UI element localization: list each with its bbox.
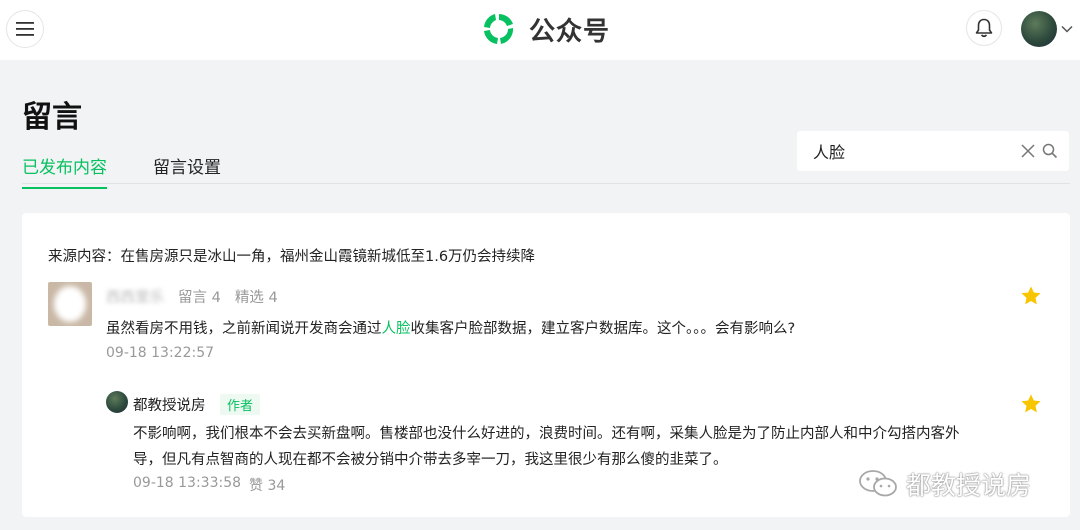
comment-time: 09-18 13:22:57 [106, 345, 215, 361]
hamburger-menu-icon [16, 22, 34, 36]
comment-text: 虽然看房不用钱，之前新闻说开发商会通过人脸收集客户脸部数据，建立客户数据库。这个… [106, 317, 795, 338]
reply-footer: 09-18 13:33:58 赞 34 [133, 475, 285, 495]
top-bar: 公众号 [0, 0, 1080, 60]
notifications-button[interactable] [966, 10, 1002, 46]
commenter-featured-count: 精选 4 [234, 290, 278, 306]
reply-time: 09-18 13:33:58 [133, 475, 242, 491]
reply-author-name: 都教授说房 [133, 398, 206, 414]
tab-comment-settings[interactable]: 留言设置 [153, 153, 221, 178]
bell-icon [975, 18, 993, 38]
brand[interactable]: 公众号 [481, 10, 610, 48]
watermark-text: 都教授说房 [906, 471, 1032, 500]
wechat-icon [859, 470, 897, 497]
reply-text: 不影响啊，我们根本不会去买新盘啊。售楼部也没什么好进的，浪费时间。还有啊，采集人… [133, 426, 960, 468]
star-icon [1021, 286, 1041, 305]
source-label: 来源内容： [48, 249, 121, 265]
comment-text-after: 收集客户脸部数据，建立客户数据库。这个。。。会有影响么? [410, 321, 796, 337]
feature-reply-button[interactable] [1020, 393, 1042, 419]
clear-search-button[interactable] [1017, 140, 1039, 162]
brand-logo-icon [484, 14, 514, 44]
source-article-link[interactable]: 在售房源只是冰山一角，福州金山霞镜新城低至1.6万仍会持续降 [121, 249, 536, 265]
reply-likes: 赞 34 [249, 478, 286, 494]
commenter-comment-count: 留言 4 [178, 290, 221, 306]
watermark: 都教授说房 [858, 466, 1031, 502]
chevron-down-icon [1061, 25, 1073, 33]
commenter-nickname: 西西里乐 [106, 290, 164, 306]
close-icon [1021, 144, 1035, 158]
tabs-divider [22, 183, 1070, 184]
author-badge: 作者 [220, 394, 261, 415]
menu-button[interactable] [6, 10, 44, 48]
commenter-avatar [48, 282, 92, 326]
star-icon [1021, 394, 1041, 413]
avatar [1021, 11, 1057, 47]
search-button[interactable] [1039, 140, 1061, 162]
search-icon [1042, 143, 1058, 159]
feature-comment-button[interactable] [1020, 285, 1042, 311]
account-menu[interactable] [1021, 11, 1073, 47]
comment-search-highlight: 人脸 [381, 321, 411, 337]
search-box [797, 131, 1069, 171]
source-content: 来源内容：在售房源只是冰山一角，福州金山霞镜新城低至1.6万仍会持续降 [48, 245, 535, 266]
brand-name: 公众号 [529, 16, 611, 47]
commenter-meta: 西西里乐 留言 4 精选 4 [106, 286, 278, 307]
search-input[interactable] [813, 141, 1017, 161]
reply-author-avatar [106, 391, 128, 413]
comment-text-before: 虽然看房不用钱，之前新闻说开发商会通过 [106, 321, 382, 337]
page-title: 留言 [22, 100, 82, 135]
